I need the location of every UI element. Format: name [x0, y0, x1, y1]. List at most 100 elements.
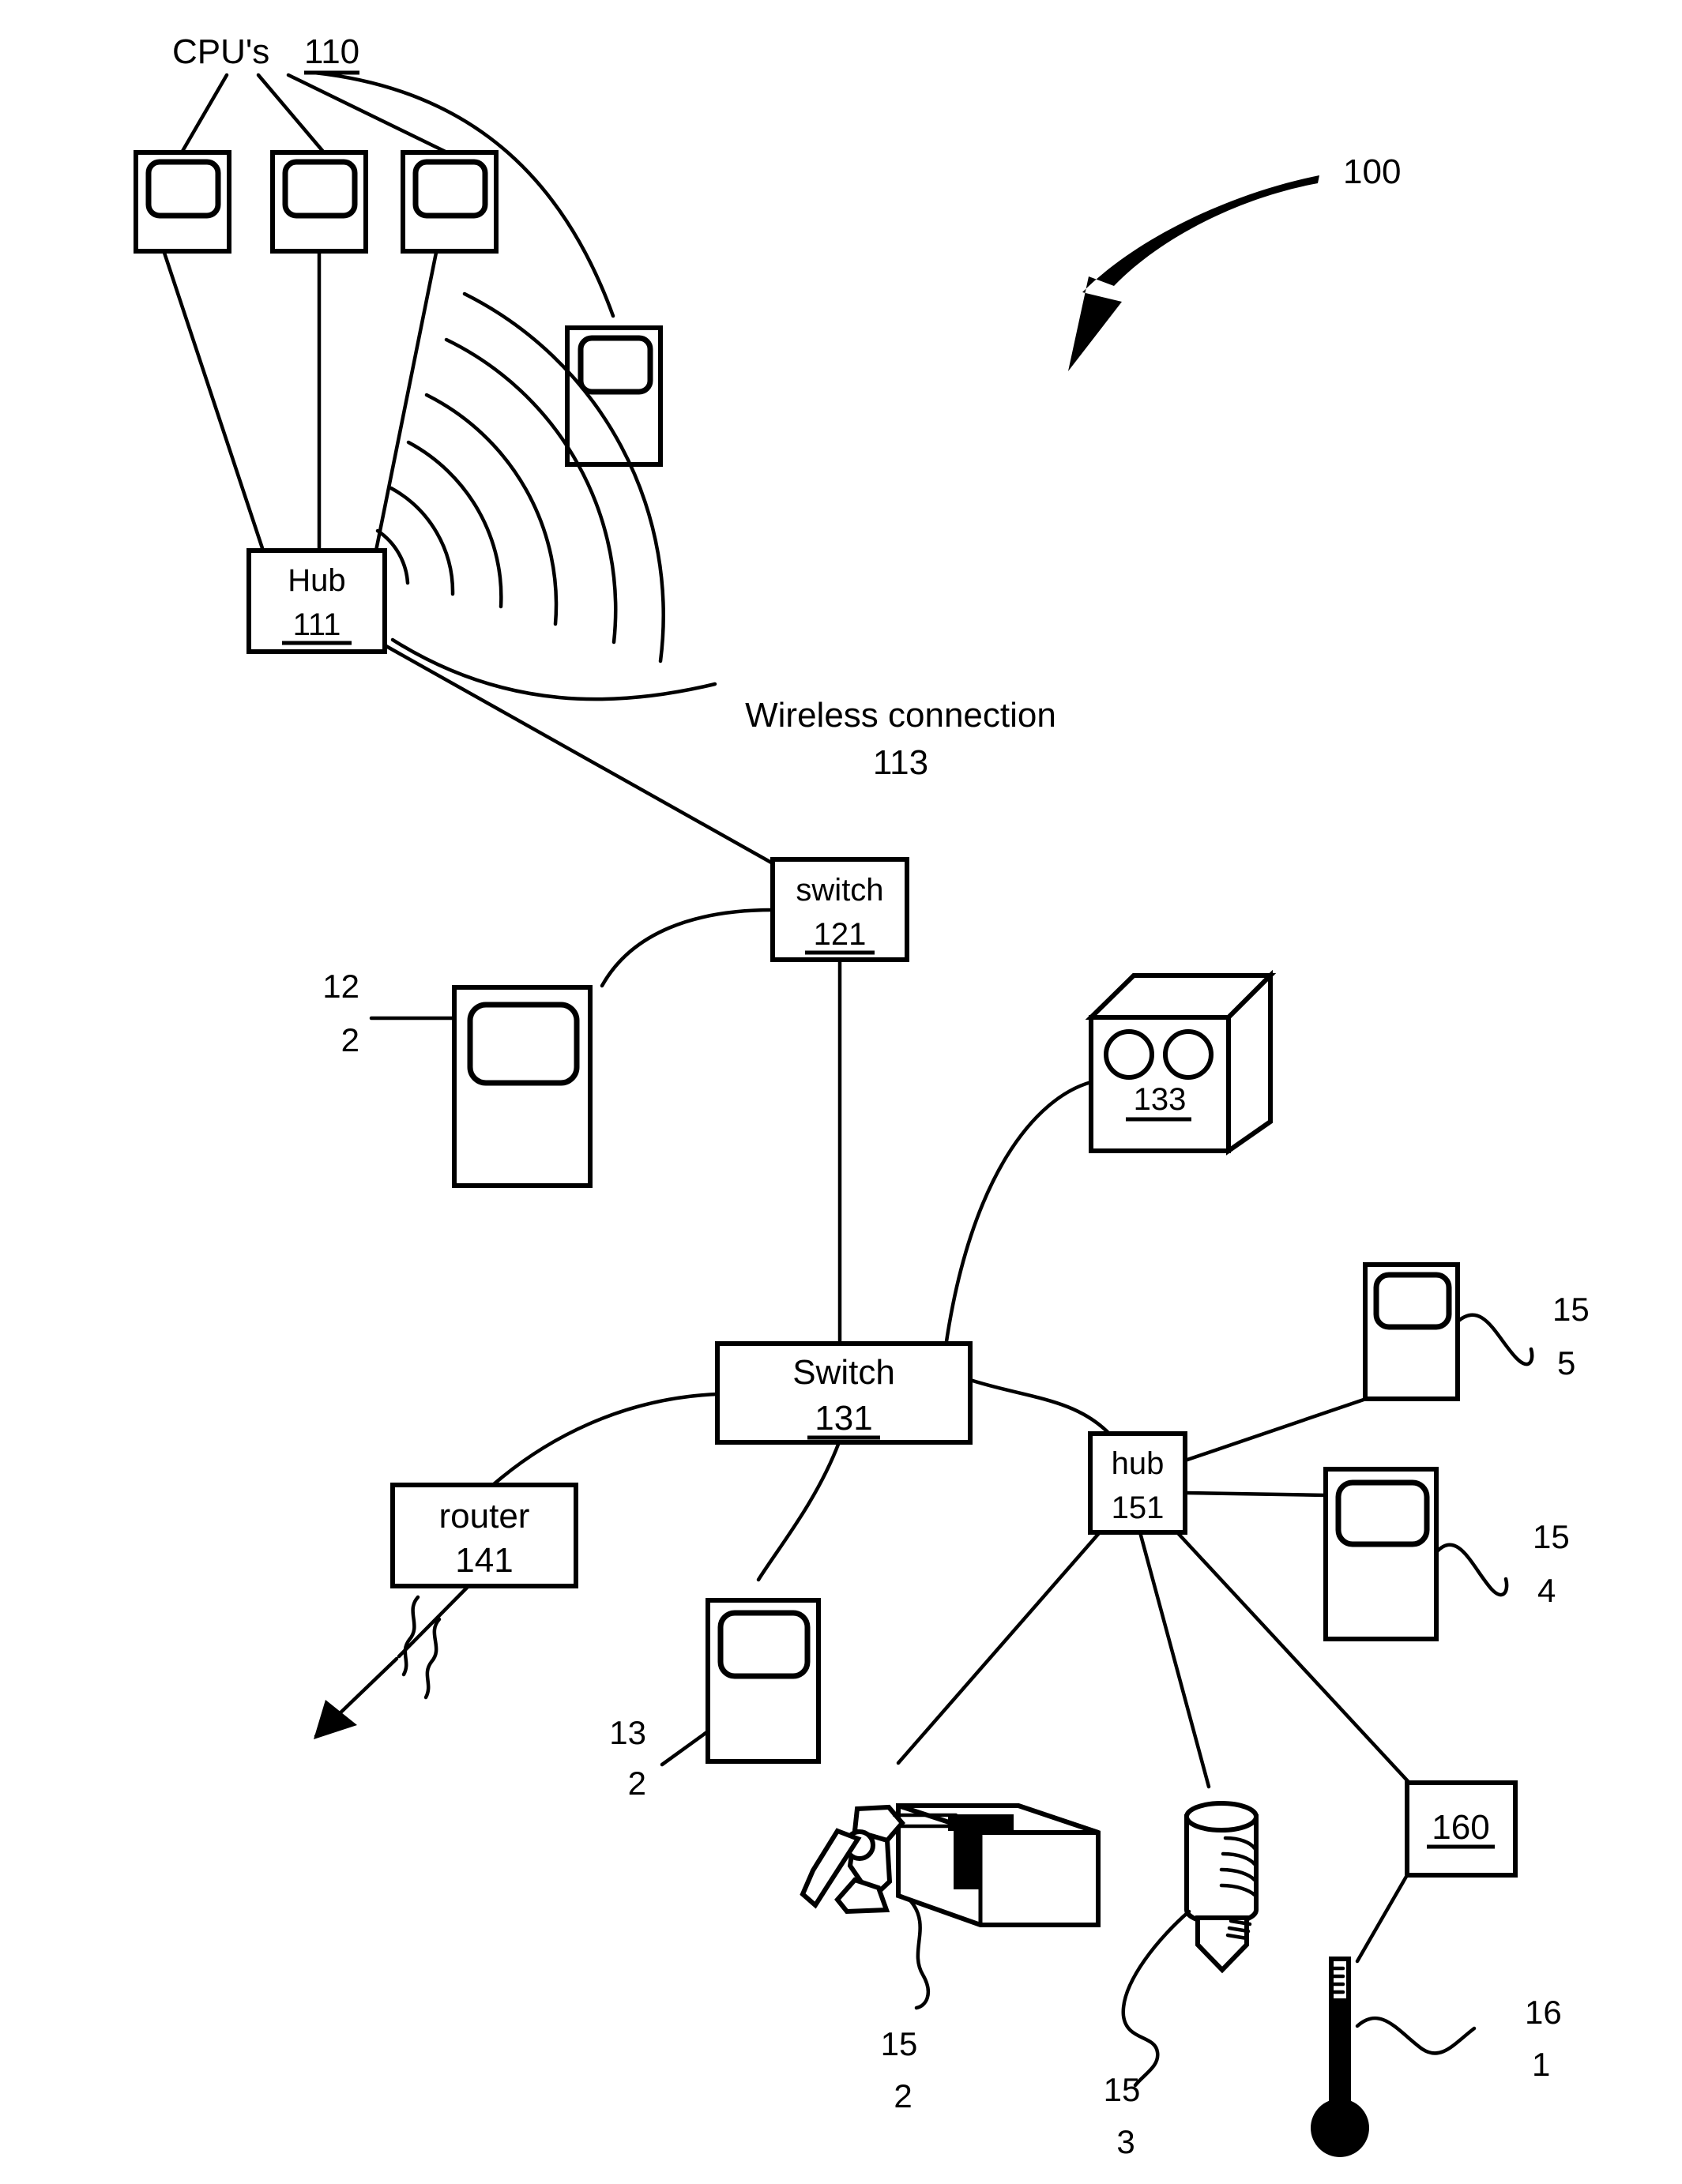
wireless-arc-4	[424, 393, 559, 626]
link-switch131-router141	[484, 1392, 720, 1493]
cpu-2[interactable]	[270, 150, 368, 254]
computer-154-label-line2: 4	[1537, 1572, 1556, 1609]
hub-111[interactable]: Hub 111	[246, 548, 387, 654]
thermometer-161[interactable]	[1311, 1957, 1369, 2157]
robot-152-label-line2: 2	[894, 2077, 912, 2114]
wireless-connection-text: Wireless connection	[745, 696, 1056, 735]
computer-122-label-line1: 12	[322, 968, 359, 1005]
cpu-2-screen	[282, 159, 358, 219]
drill-153-label: 15 3	[1104, 1909, 1191, 2160]
cpu-1-screen	[145, 159, 221, 219]
thermometer-161-label-line1: 16	[1525, 1994, 1562, 2031]
router-141-number: 141	[455, 1541, 513, 1580]
robot-152-label-line1: 15	[881, 2025, 918, 2062]
computer-154[interactable]	[1323, 1467, 1439, 1641]
computer-155-label-line1: 15	[1552, 1291, 1590, 1328]
drill-153-label-line1: 15	[1104, 2071, 1141, 2108]
drill-153[interactable]	[1184, 1801, 1259, 1974]
switch-121-number: 121	[814, 917, 867, 952]
switch-131-label: Switch	[792, 1353, 895, 1392]
computer-122-screen	[467, 1002, 580, 1086]
link-switch131-device133	[943, 1080, 1093, 1349]
switch-121[interactable]: switch 121	[770, 857, 909, 962]
hub-151-label: hub	[1112, 1446, 1165, 1481]
wireless-connection-arcs	[375, 291, 717, 701]
computer-122-label: 12 2	[322, 968, 457, 1058]
link-hub151-computer154	[1183, 1490, 1328, 1498]
cpu-to-hub-links	[162, 250, 438, 553]
device-133-number: 133	[1134, 1082, 1187, 1117]
thermometer-161-bulb	[1311, 2099, 1369, 2157]
cpus-group-number: 110	[304, 32, 359, 71]
computer-132-label-line2: 2	[628, 1765, 646, 1802]
drill-153-leader-wave	[1121, 1909, 1191, 2088]
computer-132-screen	[717, 1610, 811, 1679]
robot-152[interactable]	[800, 1803, 1101, 1927]
leader-cpu-1	[179, 73, 229, 155]
device-133-lens-right-icon	[1163, 1029, 1214, 1080]
switch-131[interactable]: Switch 131	[715, 1341, 973, 1445]
leader-cpu-3	[286, 73, 453, 156]
link-switch131-computer132	[756, 1440, 841, 1582]
switch-131-number: 131	[815, 1399, 872, 1438]
thermometer-161-label-line2: 1	[1532, 2046, 1550, 2083]
network-system-diagram: CPU's 110 100 Hub 111 Wireless connectio…	[134, 32, 1590, 2160]
wireless-connection-number: 113	[873, 743, 928, 782]
thermometer-161-label: 16 1	[1355, 1994, 1562, 2083]
box-160[interactable]: 160	[1405, 1780, 1518, 1878]
cpu-1[interactable]	[134, 150, 231, 254]
link-switch121-computer122	[600, 908, 775, 988]
wireless-arc-2	[389, 486, 455, 596]
computer-122[interactable]	[452, 985, 593, 1188]
drill-153-tip	[1195, 1915, 1249, 1974]
computer-154-leader-wave	[1434, 1543, 1509, 1597]
cpu-wireless[interactable]	[565, 325, 663, 467]
figure-number-text: 100	[1343, 152, 1401, 191]
break-symbol-right	[423, 1617, 442, 1700]
wireless-connection-label: Wireless connection 113	[745, 696, 1056, 782]
cpus-group-label: CPU's 110	[172, 32, 615, 318]
robot-152-leader-wave	[908, 1898, 931, 2010]
computer-154-label: 15 4	[1434, 1518, 1570, 1609]
hub-151-number: 151	[1112, 1490, 1165, 1525]
link-cpu3-hub	[374, 250, 438, 553]
link-hub151-drill153	[1138, 1530, 1211, 1789]
box-160-number: 160	[1432, 1808, 1489, 1847]
computer-132-leader	[660, 1729, 710, 1767]
cpu-3-screen	[412, 159, 488, 219]
hub-111-label: Hub	[288, 563, 345, 598]
computer-154-label-line1: 15	[1533, 1518, 1570, 1555]
computer-155-leader-wave	[1455, 1313, 1534, 1366]
computer-132-label-line1: 13	[609, 1714, 646, 1751]
device-133-lens-left-icon	[1104, 1029, 1154, 1080]
hub-111-number: 111	[293, 607, 341, 642]
link-switch131-hub151	[968, 1378, 1112, 1436]
wireless-arc-outer	[390, 637, 717, 701]
link-hub111-switch121	[382, 643, 775, 866]
hub-151[interactable]: hub 151	[1088, 1431, 1187, 1535]
switch-121-label: switch	[796, 873, 883, 908]
wireless-arc-3	[406, 440, 503, 609]
computer-132[interactable]	[706, 1598, 821, 1764]
router-141-label: router	[439, 1497, 530, 1536]
link-cpu1-hub	[162, 250, 265, 553]
external-arrowhead	[314, 1700, 357, 1739]
link-hub151-computer155	[1183, 1397, 1366, 1463]
cpu-wireless-screen	[578, 335, 653, 395]
computer-155-label-line2: 5	[1557, 1344, 1575, 1381]
link-box160-thermometer161	[1355, 1873, 1409, 1964]
patent-figure-canvas: CPU's 110 100 Hub 111 Wireless connectio…	[0, 0, 1682, 2184]
device-133[interactable]: 133	[1085, 969, 1277, 1156]
figure-number-arrow: 100	[1068, 152, 1401, 371]
computer-155[interactable]	[1363, 1262, 1460, 1401]
robot-152-label: 15 2	[881, 1898, 931, 2114]
drill-153-cylinder-top	[1184, 1801, 1259, 1833]
router-141[interactable]: router 141	[390, 1483, 578, 1588]
external-line-upper	[397, 1584, 471, 1659]
break-symbol-left	[401, 1595, 420, 1677]
computer-122-label-line2: 2	[341, 1021, 359, 1058]
cpu-3[interactable]	[401, 150, 499, 254]
link-hub151-robot152	[896, 1530, 1102, 1765]
cpus-group-label-text: CPU's	[172, 32, 269, 71]
computer-155-screen	[1373, 1272, 1452, 1330]
